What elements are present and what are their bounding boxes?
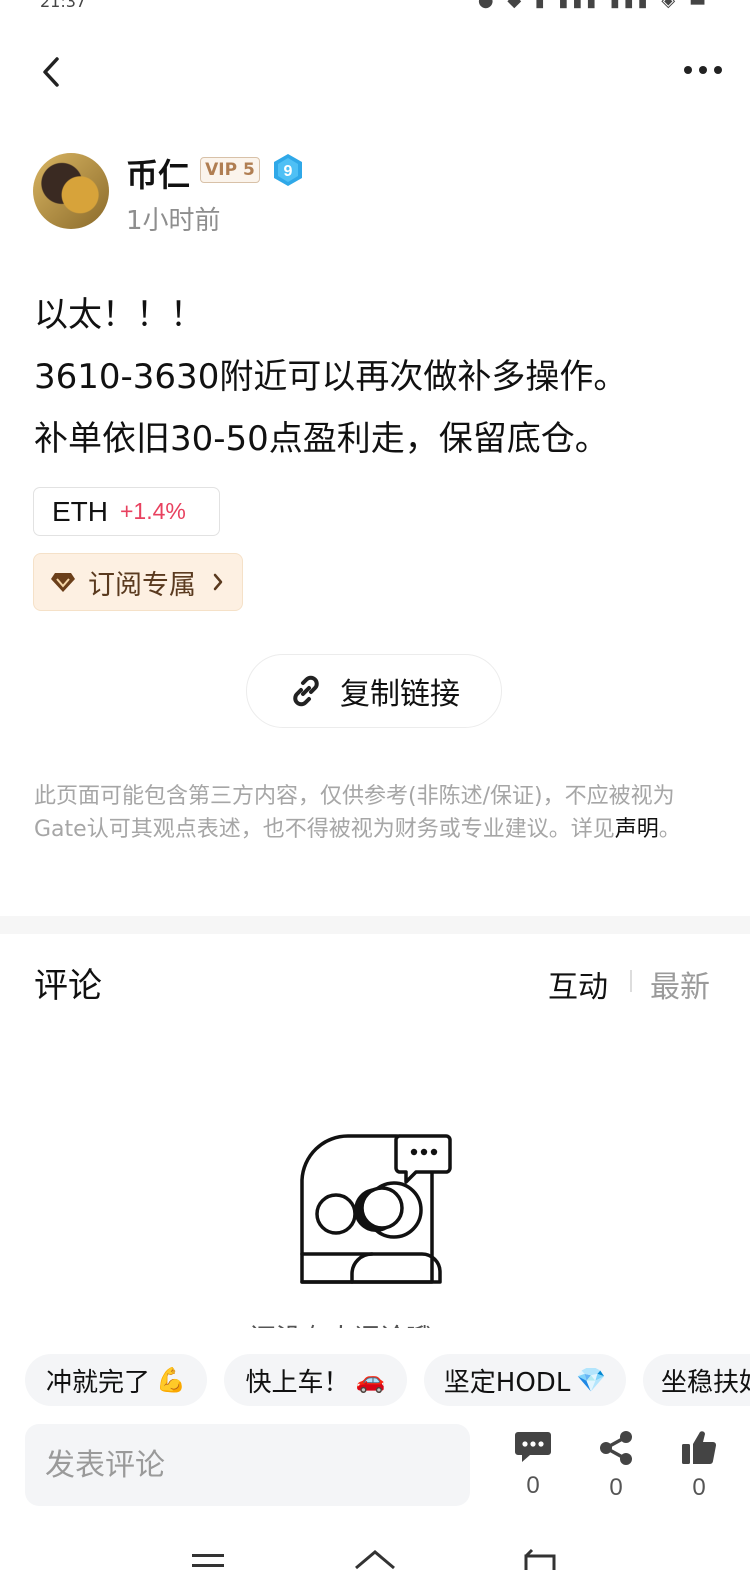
empty-comments-text: 还没有人评论哦 [250,1318,432,1328]
comment-count: 0 [526,1472,540,1499]
level-number: 9 [284,163,293,180]
chevron-left-icon [43,57,59,87]
coin-change: +1.4% [120,498,186,524]
subscribe-exclusive-button[interactable]: 订阅专属 [33,553,243,611]
quick-reply-text: 快上车！ [245,1367,350,1398]
comment-input[interactable] [25,1424,470,1506]
system-icons: ● ◆ ▮ ▮▮▮ ▮▮▮ ◈ ▬ [477,0,710,11]
post-time: 1小时前 [126,206,221,236]
diamond-icon [51,573,75,592]
sort-separator [630,970,632,992]
quick-reply-1[interactable]: 冲就完了 💪 [25,1354,207,1406]
post-line-1: 以太！！！ [34,295,204,335]
share-count: 0 [609,1474,623,1501]
link-icon [293,675,319,707]
quick-reply-text: 坐稳扶好 [661,1367,750,1398]
like-count: 0 [692,1474,706,1501]
disclaimer-text: 此页面可能包含第三方内容，仅供参考(非陈述/保证)，不应被视为Gate认可其观点… [34,784,675,842]
comment-bubble-icon [515,1432,551,1462]
quick-reply-4[interactable]: 坐稳扶好 [643,1354,750,1406]
more-button[interactable] [680,58,726,82]
status-time: 21:37 [40,0,87,11]
back-nav-icon [524,1548,556,1570]
quick-reply-text: 冲就完了 [46,1367,151,1398]
menu-icon [192,1554,224,1567]
vip-badge: VIP 5 [200,157,260,183]
back-button[interactable] [34,52,68,92]
thumbs-up-icon [682,1431,717,1464]
quick-reply-3[interactable]: 坚定HODL 💎 [424,1354,626,1406]
subscribe-label: 订阅专属 [88,569,196,601]
post-line-2: 3610-3630附近可以再次做补多操作。 [34,357,628,397]
quick-reply-2[interactable]: 快上车！ 🚗 [224,1354,407,1406]
copy-link-label: 复制链接 [340,677,460,712]
quick-reply-emoji: 💎 [576,1366,607,1394]
chevron-right-icon [212,572,224,592]
status-bar: 21:37 ● ◆ ▮ ▮▮▮ ▮▮▮ ◈ ▬ [0,0,750,18]
coin-symbol: ETH [52,495,108,527]
copy-link-button[interactable]: 复制链接 [246,654,502,728]
coin-tag-eth[interactable]: ETH +1.4% [33,487,220,536]
quick-reply-emoji: 🚗 [355,1366,386,1394]
post-line-3: 补单依旧30-50点盈利走，保留底仓。 [34,419,609,459]
more-dots-icon [684,66,722,74]
home-icon [355,1550,395,1570]
share-action[interactable]: 0 [591,1430,641,1502]
sort-latest-tab[interactable]: 最新 [650,962,710,1006]
disclaimer-end: 。 [658,817,681,842]
quick-reply-text: 坚定HODL [443,1367,571,1398]
comment-action[interactable]: 0 [508,1430,558,1500]
section-divider [0,916,750,934]
share-icon [600,1431,632,1465]
system-nav-bar [0,1540,750,1571]
disclaimer: 此页面可能包含第三方内容，仅供参考(非陈述/保证)，不应被视为Gate认可其观点… [34,780,710,846]
statement-link[interactable]: 声明 [615,817,659,842]
comments-title: 评论 [34,966,102,1006]
sort-interaction-tab[interactable]: 互动 [548,962,608,1006]
quick-reply-emoji: 💪 [156,1366,186,1394]
like-action[interactable]: 0 [674,1430,724,1502]
level-shield-icon: 9 [274,154,302,186]
author-name[interactable]: 币仁 [126,150,190,196]
level-badge: 9 [272,153,304,187]
empty-comments-illustration [296,1130,456,1290]
avatar[interactable] [33,153,109,229]
